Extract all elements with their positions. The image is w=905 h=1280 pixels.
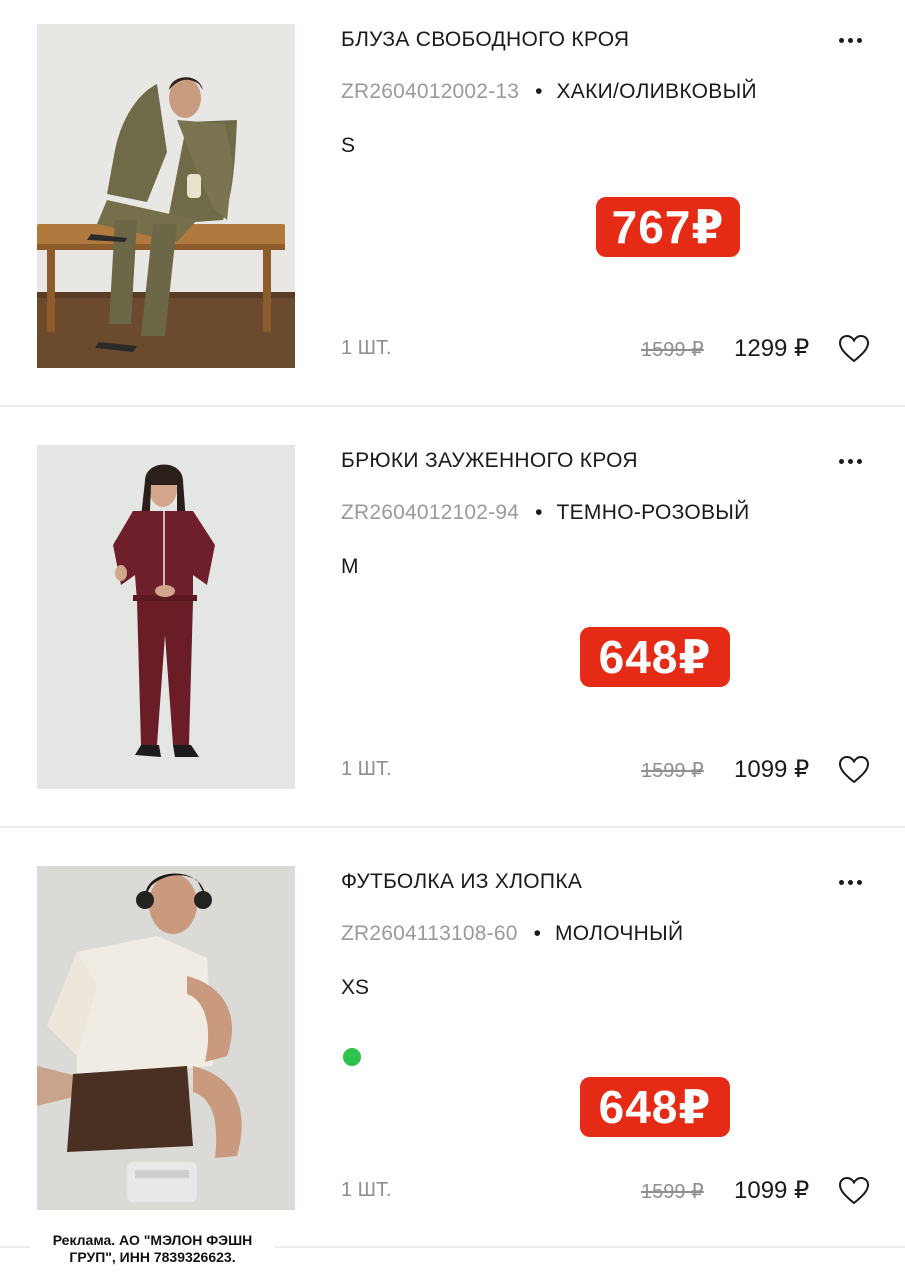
dot: [839, 880, 844, 885]
heart-outline-icon: [838, 1176, 870, 1205]
product-name: БРЮКИ ЗАУЖЕННОГО КРОЯ: [341, 449, 638, 472]
item-divider: [0, 826, 905, 828]
product-quantity: 1 ШТ.: [341, 758, 392, 780]
product-image[interactable]: [37, 866, 295, 1210]
current-price: 1099 ₽: [734, 1177, 810, 1204]
ad-disclaimer: Реклама. АО "МЭЛОН ФЭШН ГРУП", ИНН 78393…: [30, 1232, 275, 1266]
product-color: МОЛОЧНЫЙ: [554, 922, 684, 945]
separator-dot: •: [533, 922, 541, 945]
product-meta: ZR2604012102-94 • ТЕМНО-РОЗОВЫЙ: [341, 501, 750, 525]
heart-outline-icon: [838, 755, 870, 784]
product-photo-burgundy-trousers: [37, 445, 295, 789]
availability-status-dot: [343, 1048, 361, 1066]
product-quantity: 1 ШТ.: [341, 337, 392, 359]
more-options-button[interactable]: [834, 28, 868, 52]
product-size: M: [341, 555, 359, 578]
old-price: 1599 ₽: [641, 339, 704, 361]
dot: [857, 880, 862, 885]
separator-dot: •: [535, 501, 543, 524]
item-divider: [0, 405, 905, 407]
product-name: БЛУЗА СВОБОДНОГО КРОЯ: [341, 28, 630, 51]
dot: [848, 880, 853, 885]
cart-item: БЛУЗА СВОБОДНОГО КРОЯ ZR2604012002-13 • ХА…: [0, 0, 905, 420]
favorite-button[interactable]: [838, 755, 870, 785]
dot: [839, 459, 844, 464]
product-sku: ZR2604012002-13: [341, 80, 520, 103]
favorite-button[interactable]: [838, 334, 870, 364]
product-image[interactable]: [37, 24, 295, 368]
product-sku: ZR2604012102-94: [341, 501, 520, 524]
product-meta: ZR2604012002-13 • ХАКИ/ОЛИВКОВЫЙ: [341, 80, 757, 104]
more-options-button[interactable]: [834, 870, 868, 894]
dot: [848, 459, 853, 464]
old-price: 1599 ₽: [641, 1181, 704, 1203]
heart-outline-icon: [838, 334, 870, 363]
favorite-button[interactable]: [838, 1176, 870, 1206]
discount-price-badge: 767₽: [596, 197, 740, 257]
product-size: S: [341, 134, 356, 157]
dot: [848, 38, 853, 43]
product-quantity: 1 ШТ.: [341, 1179, 392, 1201]
product-image[interactable]: [37, 445, 295, 789]
product-meta: ZR2604113108-60 • МОЛОЧНЫЙ: [341, 922, 683, 946]
product-sku: ZR2604113108-60: [341, 922, 518, 945]
more-options-button[interactable]: [834, 449, 868, 473]
current-price: 1099 ₽: [734, 756, 810, 783]
discount-price-badge: 648₽: [580, 627, 730, 687]
dot: [857, 459, 862, 464]
cart-item: ФУТБОЛКА ИЗ ХЛОПКА ZR2604113108-60 • МОЛОЧ…: [0, 842, 905, 1262]
separator-dot: •: [535, 80, 543, 103]
cart-item: БРЮКИ ЗАУЖЕННОГО КРОЯ ZR2604012102-94 • ТЕ…: [0, 421, 905, 841]
old-price: 1599 ₽: [641, 760, 704, 782]
discount-price-badge: 648₽: [580, 1077, 730, 1137]
product-photo-cotton-tshirt: [37, 866, 295, 1210]
dot: [857, 38, 862, 43]
product-color: ХАКИ/ОЛИВКОВЫЙ: [556, 80, 757, 103]
product-size: XS: [341, 976, 370, 999]
product-photo-khaki-blouse: [37, 24, 295, 368]
dot: [839, 38, 844, 43]
product-name: ФУТБОЛКА ИЗ ХЛОПКА: [341, 870, 583, 893]
current-price: 1299 ₽: [734, 335, 810, 362]
product-color: ТЕМНО-РОЗОВЫЙ: [556, 501, 750, 524]
